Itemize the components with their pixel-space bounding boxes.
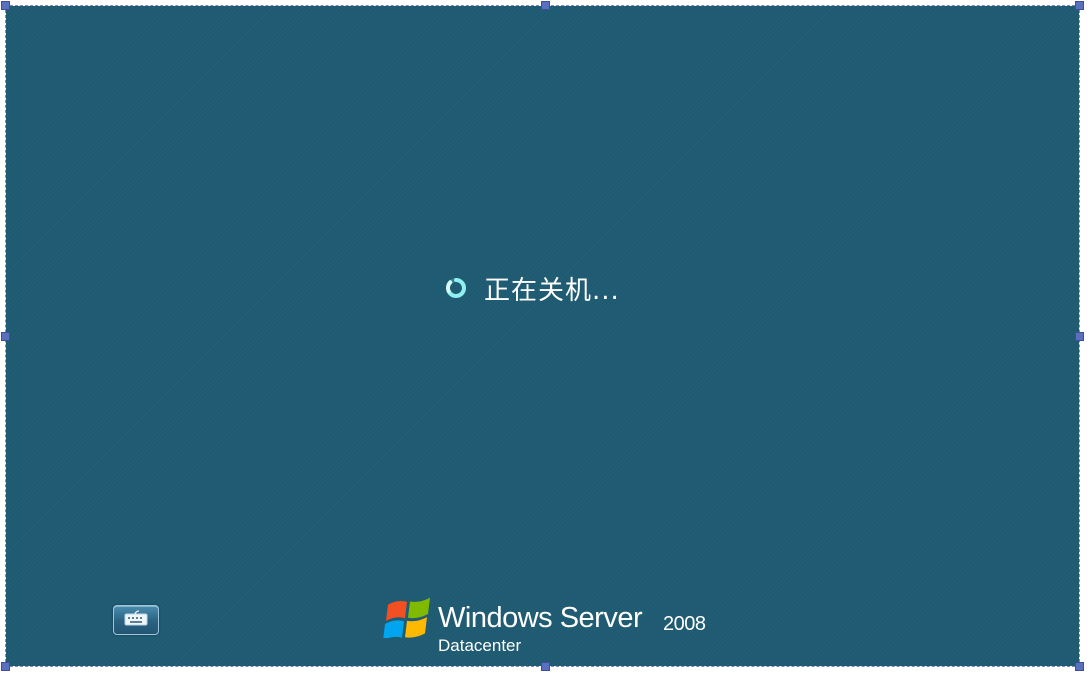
product-edition: Datacenter bbox=[438, 636, 522, 655]
product-name: Windows Server bbox=[438, 602, 643, 634]
shutdown-status: 正在关机... bbox=[444, 268, 620, 308]
selection-handle-middle-left[interactable] bbox=[1, 332, 10, 341]
shutdown-screen: 正在关机... Windows Server 2008 Datacenter bbox=[6, 6, 1079, 666]
selection-handle-bottom-left[interactable] bbox=[1, 662, 10, 671]
selection-handle-middle-right[interactable] bbox=[1075, 332, 1084, 341]
windows-flag-logo bbox=[378, 592, 436, 642]
product-version: 2008 bbox=[663, 613, 706, 635]
windows-server-branding: Windows Server 2008 Datacenter bbox=[378, 592, 738, 655]
keyboard-icon bbox=[124, 610, 148, 630]
selection-handle-top-left[interactable] bbox=[1, 1, 10, 10]
selection-handle-top-right[interactable] bbox=[1075, 1, 1084, 10]
ease-of-access-button[interactable] bbox=[113, 605, 159, 635]
loading-spinner-icon bbox=[444, 276, 468, 300]
selection-handle-bottom-right[interactable] bbox=[1075, 662, 1084, 671]
shutdown-status-text: 正在关机... bbox=[484, 275, 620, 306]
selection-handle-top-center[interactable] bbox=[541, 1, 550, 10]
selection-handle-bottom-center[interactable] bbox=[541, 662, 550, 671]
